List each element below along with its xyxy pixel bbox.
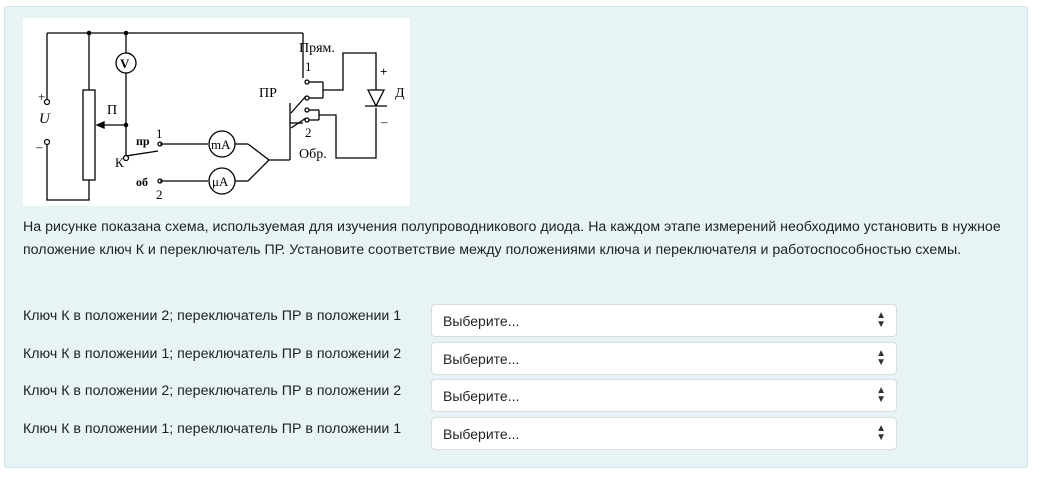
- key-pr-label: пр: [136, 134, 150, 148]
- answer-select[interactable]: Выберите... ▲ ▼: [431, 341, 897, 375]
- switch-position-2-label: 2: [305, 125, 312, 140]
- milliammeter-label: mA: [211, 137, 231, 152]
- answer-select[interactable]: Выберите... ▲ ▼: [431, 379, 897, 412]
- key-ob-label: об: [136, 175, 148, 189]
- circuit-svg: + U – П V К пр об 1 2 mA μA ПР Прям. Обр…: [35, 30, 405, 202]
- select-value: Выберите...: [443, 388, 520, 404]
- potentiometer-label: П: [107, 103, 117, 118]
- select-value: Выберите...: [443, 313, 520, 329]
- source-plus-label: +: [38, 89, 45, 104]
- forward-label: Прям.: [299, 41, 335, 56]
- switch-position-1-label: 1: [305, 59, 312, 74]
- select-value: Выберите...: [443, 425, 520, 442]
- key-label: К: [115, 155, 124, 170]
- chevron-updown-icon: ▲ ▼: [876, 385, 886, 405]
- key-position-1-label: 1: [156, 126, 163, 141]
- diode-minus-label: –: [380, 114, 388, 129]
- key-position-2-label: 2: [156, 187, 163, 202]
- microammeter-label: μA: [212, 174, 229, 189]
- circuit-diagram: + U – П V К пр об 1 2 mA μA ПР Прям. Обр…: [23, 18, 410, 206]
- voltmeter-label: V: [120, 56, 130, 71]
- row-label: Ключ К в положении 2; переключатель ПР в…: [23, 308, 402, 324]
- source-minus-label: –: [35, 139, 43, 154]
- chevron-updown-icon: ▲ ▼: [876, 422, 886, 443]
- source-voltage-label: U: [39, 111, 51, 127]
- diode-plus-label: +: [380, 64, 387, 79]
- answer-select[interactable]: Выберите... ▲ ▼: [431, 416, 897, 450]
- answer-select[interactable]: Выберите... ▲ ▼: [431, 304, 897, 337]
- diode-label: Д: [395, 86, 405, 101]
- select-value: Выберите...: [443, 350, 520, 367]
- row-label: Ключ К в положении 1; переключатель ПР в…: [23, 345, 402, 362]
- reverse-label: Обр.: [299, 147, 327, 162]
- chevron-updown-icon: ▲ ▼: [876, 310, 886, 330]
- row-label: Ключ К в положении 2; переключатель ПР в…: [23, 383, 402, 399]
- row-label: Ключ К в положении 1; переключатель ПР в…: [23, 420, 402, 437]
- question-text: На рисунке показана схема, используемая …: [23, 219, 1001, 258]
- chevron-updown-icon: ▲ ▼: [876, 347, 886, 368]
- question-panel: + U – П V К пр об 1 2 mA μA ПР Прям. Обр…: [4, 6, 1028, 468]
- switch-label: ПР: [259, 86, 277, 101]
